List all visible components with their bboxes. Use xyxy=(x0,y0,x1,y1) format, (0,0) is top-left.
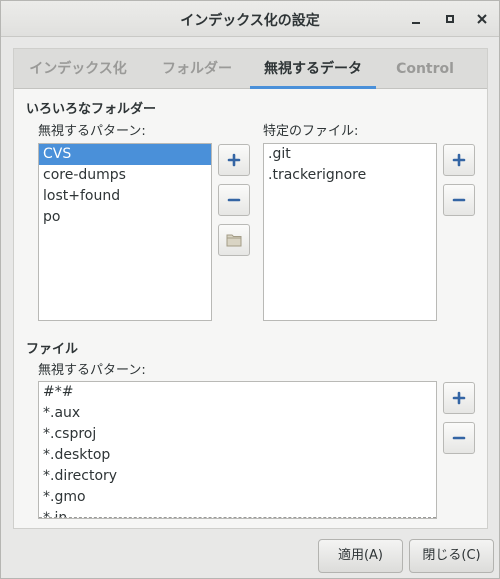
specific-files-list[interactable]: .git .trackerignore xyxy=(263,143,437,321)
close-window-button[interactable] xyxy=(472,9,492,29)
settings-notebook: インデックス化 フォルダー 無視するデータ Control いろいろなフォルダー… xyxy=(13,48,488,529)
list-item[interactable]: *.directory xyxy=(39,466,436,487)
list-item[interactable]: lost+found xyxy=(39,186,211,207)
folder-patterns-label: 無視するパターン: xyxy=(38,124,146,139)
files-section-title: ファイル xyxy=(26,342,79,357)
tab-indexing[interactable]: インデックス化 xyxy=(20,49,136,89)
minus-icon xyxy=(452,198,466,202)
list-item[interactable]: CVS xyxy=(39,144,211,165)
maximize-button[interactable] xyxy=(440,9,460,29)
list-scroll-edge xyxy=(39,517,436,518)
list-item[interactable]: core-dumps xyxy=(39,165,211,186)
plus-icon xyxy=(227,153,241,167)
folders-section-title: いろいろなフォルダー xyxy=(26,102,157,117)
minus-icon xyxy=(452,436,466,440)
settings-window: インデックス化の設定 インデックス化 フォルダー 無視するデータ Control… xyxy=(0,0,500,579)
plus-icon xyxy=(452,391,466,405)
list-item[interactable]: *.aux xyxy=(39,403,436,424)
list-item[interactable]: .git xyxy=(264,144,436,165)
add-folder-pattern-button[interactable] xyxy=(218,144,250,176)
minimize-button[interactable] xyxy=(406,9,426,29)
specific-files-label: 特定のファイル: xyxy=(263,124,359,139)
list-item[interactable]: *.csproj xyxy=(39,424,436,445)
title-bar[interactable]: インデックス化の設定 xyxy=(1,1,499,37)
add-file-pattern-button[interactable] xyxy=(443,382,475,414)
minimize-icon xyxy=(412,22,420,24)
list-item[interactable]: *.desktop xyxy=(39,445,436,466)
list-item[interactable]: .trackerignore xyxy=(264,165,436,186)
close-icon xyxy=(477,14,487,24)
list-item[interactable]: *.gmo xyxy=(39,487,436,508)
apply-button[interactable]: 適用(A) xyxy=(318,539,403,573)
remove-folder-pattern-button[interactable] xyxy=(218,184,250,216)
file-patterns-label: 無視するパターン: xyxy=(38,363,146,378)
file-patterns-list[interactable]: #*# *.aux *.csproj *.desktop *.directory… xyxy=(38,381,437,519)
list-item[interactable]: po xyxy=(39,207,211,228)
minus-icon xyxy=(227,198,241,202)
tab-folders[interactable]: フォルダー xyxy=(144,49,250,89)
close-button[interactable]: 閉じる(C) xyxy=(409,539,494,573)
add-specific-file-button[interactable] xyxy=(443,144,475,176)
maximize-icon xyxy=(446,15,454,23)
folder-patterns-list[interactable]: CVS core-dumps lost+found po xyxy=(38,143,212,321)
browse-folder-button[interactable] xyxy=(218,224,250,256)
plus-icon xyxy=(452,153,466,167)
tab-bar: インデックス化 フォルダー 無視するデータ Control xyxy=(14,49,487,89)
folder-icon xyxy=(226,234,242,247)
remove-specific-file-button[interactable] xyxy=(443,184,475,216)
list-item[interactable]: #*# xyxy=(39,382,436,403)
tab-ignored-data[interactable]: 無視するデータ xyxy=(250,49,376,89)
tab-control[interactable]: Control xyxy=(382,49,468,89)
remove-file-pattern-button[interactable] xyxy=(443,422,475,454)
